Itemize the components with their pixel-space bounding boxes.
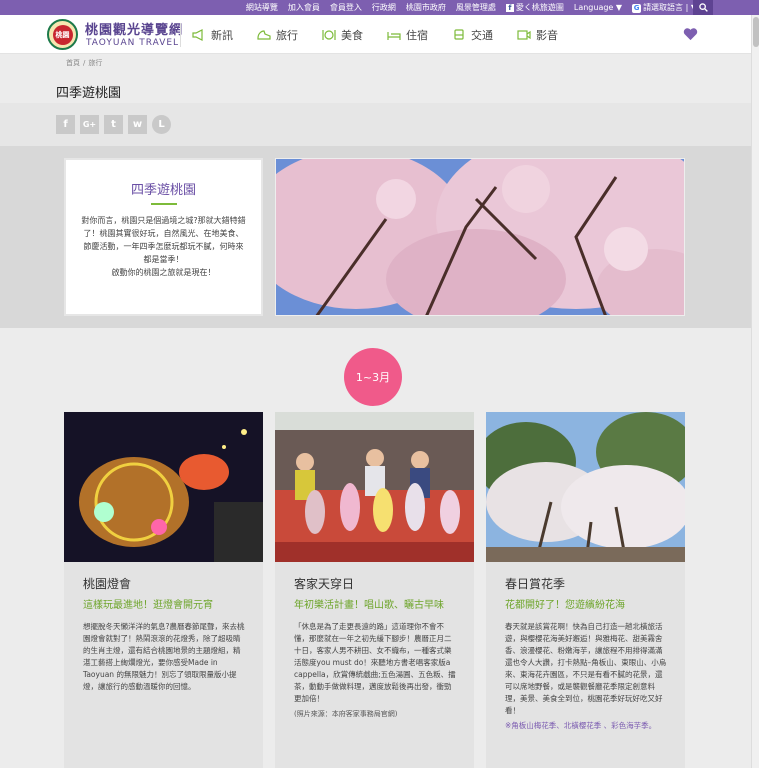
facebook-fan-link[interactable]: f 愛く桃旅遊圖 bbox=[505, 2, 564, 13]
facebook-fan-label: 愛く桃旅遊圖 bbox=[515, 3, 564, 12]
card-subtitle: 年初樂活計畫！唱山歌、曬古早味 bbox=[294, 600, 444, 611]
video-icon bbox=[517, 29, 531, 40]
lantern-festival-illustration bbox=[64, 412, 263, 562]
join-member-link[interactable]: 加入會員 bbox=[288, 2, 320, 13]
nav-item-food[interactable]: 美食 bbox=[322, 27, 363, 43]
breadcrumb: 首頁 / 旅行 bbox=[66, 58, 102, 68]
bed-icon bbox=[387, 31, 401, 40]
dining-icon bbox=[322, 29, 336, 40]
nav-label: 影音 bbox=[536, 28, 558, 42]
bus-icon bbox=[454, 28, 464, 40]
season-badge: 1~3月 bbox=[344, 348, 402, 406]
lantern-festival-image bbox=[64, 412, 263, 562]
breadcrumb-separator: / bbox=[83, 59, 86, 67]
google-translate-select[interactable]: G 請選取語言 | ▼ bbox=[632, 2, 697, 13]
nav-label: 旅行 bbox=[276, 28, 298, 42]
nav-item-travel[interactable]: 旅行 bbox=[257, 27, 298, 43]
header-divider bbox=[180, 23, 181, 47]
weibo-icon: w bbox=[132, 119, 143, 130]
card-subtitle: 花都開好了！您遊繽紛花海 bbox=[505, 600, 625, 611]
favorites-button[interactable] bbox=[683, 26, 698, 45]
page-title: 四季遊桃園 bbox=[56, 86, 122, 101]
cherry-blossom-hero-image bbox=[275, 158, 685, 316]
nav-label: 交通 bbox=[471, 28, 493, 42]
card-title: 客家天穿日 bbox=[294, 577, 355, 591]
search-icon bbox=[698, 3, 708, 12]
main-nav: 新訊 旅行 美食 住宿 交通 影音 bbox=[192, 15, 582, 54]
admin-link[interactable]: 行政網 bbox=[372, 2, 396, 13]
breadcrumb-home[interactable]: 首頁 bbox=[66, 59, 80, 67]
cherry-blossom-illustration bbox=[276, 159, 684, 315]
facebook-icon: f bbox=[63, 119, 68, 130]
scenic-office-link[interactable]: 風景管理處 bbox=[456, 2, 496, 13]
member-login-link[interactable]: 會員登入 bbox=[330, 2, 362, 13]
activity-card[interactable]: 春日賞花季 花都開好了！您遊繽紛花海 春天就是該賞花啊！快為自己打造一趟北橫旅活… bbox=[486, 412, 685, 768]
breadcrumb-current[interactable]: 旅行 bbox=[88, 59, 102, 67]
page-scrollbar[interactable] bbox=[751, 15, 759, 768]
nav-item-video[interactable]: 影音 bbox=[517, 27, 558, 43]
facebook-icon: f bbox=[505, 4, 514, 12]
nav-label: 新訊 bbox=[211, 28, 233, 42]
site-logo[interactable]: 桃園 bbox=[47, 19, 78, 50]
share-bar: f G+ t w L bbox=[0, 103, 751, 146]
intro-card: 四季遊桃園 對你而言，桃園只是個過境之城?那就大錯特錯了！桃園其實很好玩，自然風… bbox=[64, 158, 263, 316]
sitemap-link[interactable]: 網站導覽 bbox=[246, 2, 278, 13]
utility-links: 網站導覽 加入會員 會員登入 行政網 桃園市政府 風景管理處 f 愛く桃旅遊圖 L… bbox=[246, 0, 697, 15]
photo-credit: (照片來源：本府客家事務局官網) bbox=[294, 710, 398, 718]
card-body: 春天就是該賞花啊！快為自己打造一趟北橫旅活遊，與櫻櫻花海美好邂逅！與雅梅花、甜美… bbox=[505, 622, 667, 715]
google-translate-icon: G bbox=[632, 4, 642, 13]
line-icon: L bbox=[158, 119, 165, 130]
card-subtitle: 這樣玩最進地！逛燈會開元宵 bbox=[83, 600, 213, 611]
intro-title: 四季遊桃園 bbox=[130, 183, 196, 198]
intro-call-to-action: 啟動你的桃園之旅就是現在！ bbox=[111, 268, 216, 277]
activity-card[interactable]: 客家天穿日 年初樂活計畫！唱山歌、曬古早味 「休息是為了走更長遠的路」這道理你不… bbox=[275, 412, 474, 768]
heart-icon bbox=[683, 28, 698, 41]
megaphone-icon bbox=[192, 28, 203, 41]
share-twitter-button[interactable]: t bbox=[104, 115, 123, 134]
twitter-icon: t bbox=[111, 119, 116, 130]
activity-card[interactable]: 桃園燈會 這樣玩最進地！逛燈會開元宵 想擺脫冬天懶洋洋的氣息?農曆春節尾聲，來去… bbox=[64, 412, 263, 768]
search-button[interactable] bbox=[693, 0, 713, 15]
plum-blossom-illustration bbox=[486, 412, 685, 562]
nav-item-transport[interactable]: 交通 bbox=[452, 27, 493, 43]
share-line-button[interactable]: L bbox=[152, 115, 171, 134]
share-weibo-button[interactable]: w bbox=[128, 115, 147, 134]
nav-item-news[interactable]: 新訊 bbox=[192, 27, 233, 43]
card-title: 桃園燈會 bbox=[83, 577, 132, 591]
nav-label: 住宿 bbox=[406, 28, 428, 42]
city-gov-link[interactable]: 桃園市政府 bbox=[406, 2, 446, 13]
intro-text: 對你而言，桃園只是個過境之城?那就大錯特錯了！桃園其實很好玩，自然風光、在地美食… bbox=[81, 216, 246, 264]
scrollbar-thumb[interactable] bbox=[753, 17, 759, 47]
utility-bar: 網站導覽 加入會員 會員登入 行政網 桃園市政府 風景管理處 f 愛く桃旅遊圖 L… bbox=[0, 0, 759, 15]
shoe-icon bbox=[257, 29, 271, 40]
site-header: 桃園 桃園觀光導覽網 TAOYUAN TRAVEL 新訊 旅行 美食 住宿 交通… bbox=[0, 15, 751, 54]
card-title: 春日賞花季 bbox=[505, 577, 566, 591]
language-select[interactable]: Language ▼ bbox=[574, 3, 622, 12]
nav-label: 美食 bbox=[341, 28, 363, 42]
card-body: 想擺脫冬天懶洋洋的氣息?農曆春節尾聲，來去桃園燈會就對了！熱鬧滾滾的花燈秀，除了… bbox=[83, 622, 245, 691]
share-google-plus-button[interactable]: G+ bbox=[80, 115, 99, 134]
logo-mark: 桃園 bbox=[52, 24, 73, 45]
nav-item-lodging[interactable]: 住宿 bbox=[387, 27, 428, 43]
hakka-festival-illustration bbox=[275, 412, 474, 562]
plum-blossom-image bbox=[486, 412, 685, 562]
site-subtitle: TAOYUAN TRAVEL bbox=[86, 38, 180, 48]
related-events-link[interactable]: ※角板山梅花季、北橫櫻花季 、彩色海芋季。 bbox=[505, 720, 666, 732]
title-accent-line bbox=[150, 203, 177, 205]
translate-label: 請選取語言 | ▼ bbox=[643, 3, 697, 12]
card-body: 「休息是為了走更長遠的路」這道理你不會不懂，那麼就在一年之初先緩下腳步！農曆正月… bbox=[294, 622, 456, 703]
hakka-festival-image bbox=[275, 412, 474, 562]
share-facebook-button[interactable]: f bbox=[56, 115, 75, 134]
google-plus-icon: G+ bbox=[82, 120, 97, 129]
site-title[interactable]: 桃園觀光導覽網 bbox=[85, 19, 183, 38]
